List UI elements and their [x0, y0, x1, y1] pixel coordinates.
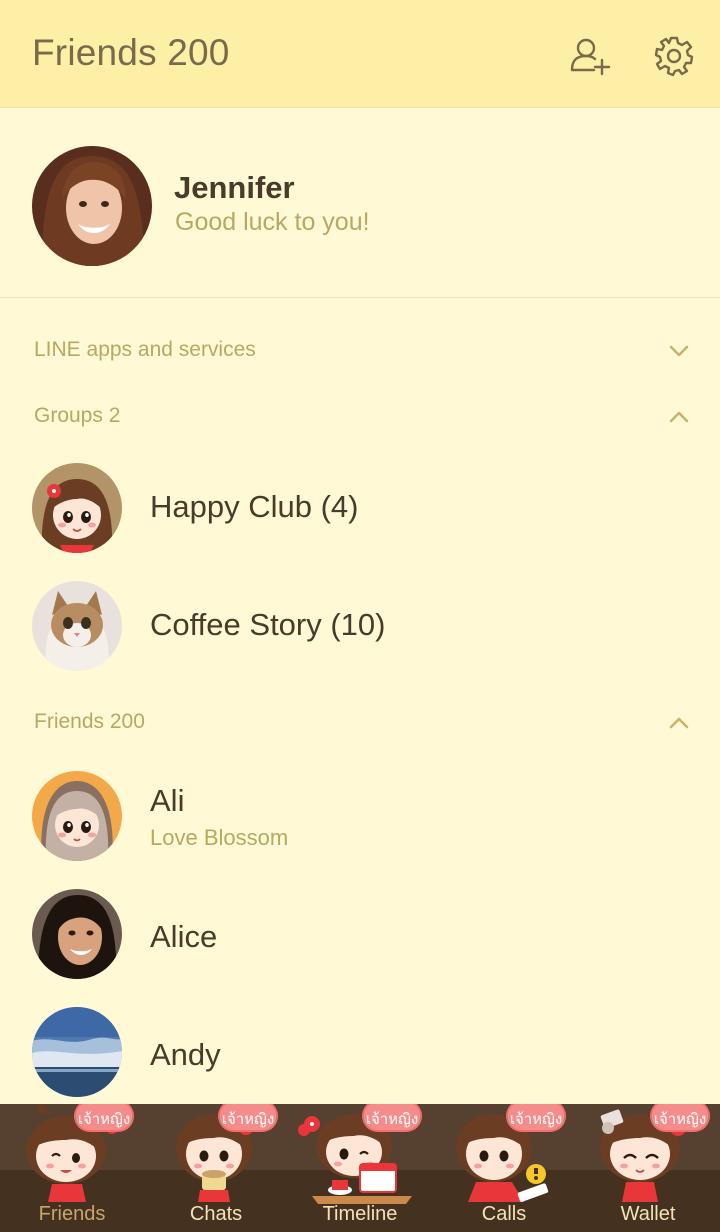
section-friends[interactable]: Friends 200	[0, 692, 720, 752]
section-groups[interactable]: Groups 2	[0, 386, 720, 446]
my-profile[interactable]: Jennifer Good luck to you!	[0, 108, 720, 298]
woman-photo-avatar	[32, 889, 122, 979]
chevron-up-icon	[668, 406, 690, 428]
chevron-down-icon	[668, 340, 690, 362]
section-label: Friends 200	[34, 710, 145, 733]
tab-label: Calls	[481, 1203, 527, 1225]
profile-name: Jennifer	[174, 170, 295, 205]
friend-name: Andy	[150, 1037, 221, 1072]
friend-name: Ali	[150, 783, 185, 818]
add-friend-icon[interactable]	[568, 34, 612, 78]
section-label: LINE apps and services	[34, 338, 256, 361]
tab-label: Friends	[38, 1203, 106, 1225]
princess-badge-text: เจ้าหญิง	[78, 1110, 130, 1128]
list-item-group[interactable]: Coffee Story (10)	[0, 567, 720, 685]
list-item-friend[interactable]: Alice	[0, 875, 720, 993]
cat-photo-avatar	[32, 581, 122, 671]
section-line-apps[interactable]: LINE apps and services	[0, 320, 720, 380]
group-name: Coffee Story (10)	[150, 607, 386, 642]
profile-status-message: Good luck to you!	[175, 208, 370, 236]
cartoon-girl-avatar	[32, 771, 122, 861]
list-item-group[interactable]: Happy Club (4)	[0, 449, 720, 567]
group-name: Happy Club (4)	[150, 489, 359, 524]
princess-badge-text: เจ้าหญิง	[366, 1110, 418, 1128]
list-item-friend[interactable]: Andy	[0, 993, 720, 1111]
princess-badge-text: เจ้าหญิง	[222, 1110, 274, 1128]
tab-timeline[interactable]: เจ้าหญิง Timeline	[288, 1104, 432, 1232]
princess-badge-text: เจ้าหญิง	[654, 1110, 706, 1128]
friend-name: Alice	[150, 919, 218, 954]
tab-calls[interactable]: เจ้าหญิง Calls	[432, 1104, 576, 1232]
tab-chats[interactable]: เจ้าหญิง Chats	[144, 1104, 288, 1232]
tab-label: Chats	[189, 1203, 243, 1225]
tab-wallet[interactable]: เจ้าหญิง Wallet	[576, 1104, 720, 1232]
list-item-friend[interactable]: Ali Love Blossom	[0, 757, 720, 875]
profile-avatar[interactable]	[32, 146, 152, 266]
app-header: Friends 200	[0, 0, 720, 108]
friend-status-message: Love Blossom	[150, 825, 289, 850]
princess-badge-text: เจ้าหญิง	[510, 1110, 562, 1128]
tab-label: Wallet	[620, 1203, 676, 1225]
settings-gear-icon[interactable]	[652, 34, 696, 78]
tab-friends[interactable]: เจ้าหญิง Friends	[0, 1104, 144, 1232]
tab-label: Timeline	[322, 1203, 398, 1225]
bottom-tab-bar: เจ้าหญิง Friends เจ้าหญิง Chats เจ้าหญิง…	[0, 1104, 720, 1232]
chevron-up-icon	[668, 712, 690, 734]
section-label: Groups 2	[34, 404, 121, 427]
sky-photo-avatar	[32, 1007, 122, 1097]
cartoon-girl-avatar	[32, 463, 122, 553]
header-title: Friends 200	[32, 32, 230, 73]
